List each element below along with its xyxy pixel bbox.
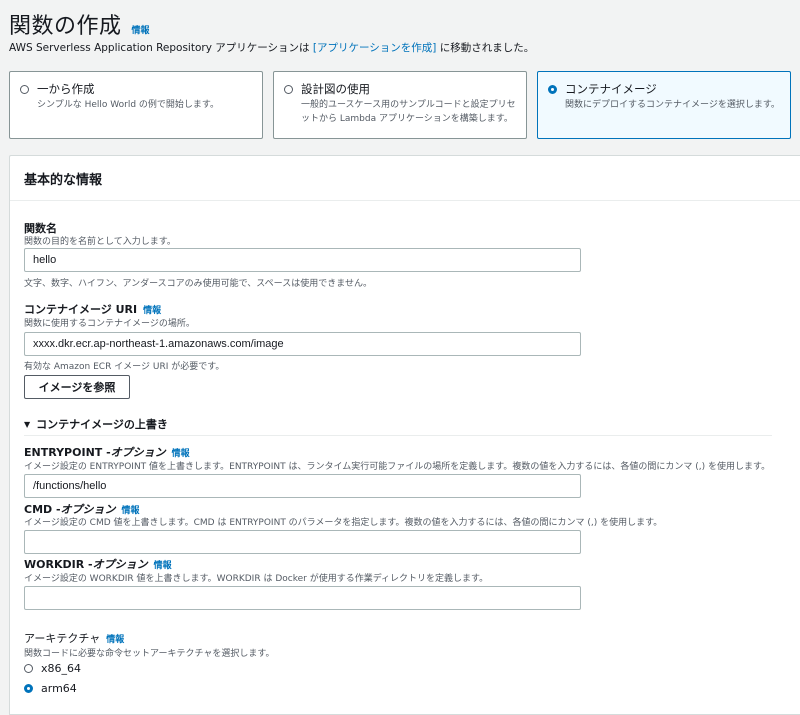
- option-description: 関数にデプロイするコンテナイメージを選択します。: [565, 100, 780, 110]
- cmd-input[interactable]: [24, 530, 581, 554]
- image-uri-label: コンテナイメージ URI 情報: [24, 301, 161, 317]
- radio-author-from-scratch[interactable]: [20, 84, 29, 94]
- image-uri-input[interactable]: xxxx.dkr.ecr.ap-northeast-1.amazonaws.co…: [24, 332, 581, 356]
- entrypoint-info-link[interactable]: 情報: [172, 446, 190, 459]
- workdir-description: イメージ設定の WORKDIR 値を上書きします。WORKDIR は Docke…: [24, 574, 489, 584]
- notice-suffix: に移動されました。: [436, 42, 535, 54]
- title-info-link[interactable]: 情報: [132, 23, 150, 36]
- browse-images-button[interactable]: イメージを参照: [24, 375, 130, 399]
- cmd-description: イメージ設定の CMD 値を上書きします。CMD は ENTRYPOINT のパ…: [24, 518, 663, 528]
- architecture-label: アーキテクチャ 情報: [24, 630, 124, 646]
- panel-heading: 基本的な情報: [10, 156, 800, 201]
- caret-down-icon: ▼: [24, 419, 31, 429]
- image-uri-info-link[interactable]: 情報: [143, 303, 161, 316]
- workdir-label: WORKDIR - オプション 情報: [24, 556, 172, 572]
- radio-x86-64[interactable]: [24, 664, 33, 673]
- image-uri-label-text: コンテナイメージ URI: [24, 303, 138, 316]
- architecture-option-label: x86_64: [41, 662, 82, 675]
- option-author-from-scratch[interactable]: 一から作成 シンプルな Hello World の例で開始します。: [9, 71, 263, 139]
- entrypoint-label-name: ENTRYPOINT -: [24, 446, 111, 459]
- create-application-link[interactable]: [アプリケーションを作成]: [313, 42, 436, 54]
- workdir-input[interactable]: [24, 586, 581, 610]
- architecture-option-x86-64[interactable]: x86_64: [24, 662, 81, 675]
- workdir-label-optional: オプション: [92, 558, 148, 571]
- basic-info-panel: 基本的な情報 関数名 関数の目的を名前として入力します。 hello 文字、数字…: [9, 155, 800, 715]
- migration-notice: AWS Serverless Application Repository アプ…: [9, 40, 534, 55]
- page-title: 関数の作成: [9, 14, 122, 39]
- page-title-row: 関数の作成 情報: [9, 8, 150, 40]
- entrypoint-label-optional: オプション: [110, 446, 166, 459]
- workdir-info-link[interactable]: 情報: [154, 558, 172, 571]
- radio-use-blueprint[interactable]: [284, 84, 293, 94]
- architecture-description: 関数コードに必要な命令セットアーキテクチャを選択します。: [24, 649, 275, 659]
- option-use-blueprint[interactable]: 設計図の使用 一般的ユースケース用のサンプルコードと設定プリセットから Lamb…: [273, 71, 527, 139]
- entrypoint-description: イメージ設定の ENTRYPOINT 値を上書きします。ENTRYPOINT は…: [24, 462, 771, 472]
- workdir-label-name: WORKDIR -: [24, 558, 93, 571]
- image-uri-constraint: 有効な Amazon ECR イメージ URI が必要です。: [24, 362, 225, 372]
- function-name-description: 関数の目的を名前として入力します。: [24, 237, 176, 247]
- option-label: コンテナイメージ: [565, 82, 657, 96]
- radio-arm64[interactable]: [24, 684, 33, 693]
- architecture-label-text: アーキテクチャ: [24, 632, 101, 645]
- function-name-constraint: 文字、数字、ハイフン、アンダースコアのみ使用可能で、スペースは使用できません。: [24, 279, 372, 289]
- section-divider: [24, 435, 772, 436]
- option-container-image[interactable]: コンテナイメージ 関数にデプロイするコンテナイメージを選択します。: [537, 71, 791, 139]
- entrypoint-label: ENTRYPOINT - オプション 情報: [24, 444, 190, 460]
- container-image-overrides-toggle[interactable]: ▼ コンテナイメージの上書き: [24, 416, 168, 432]
- architecture-option-arm64[interactable]: arm64: [24, 682, 77, 695]
- image-uri-description: 関数に使用するコンテナイメージの場所。: [24, 319, 195, 329]
- option-label: 設計図の使用: [301, 82, 370, 96]
- architecture-info-link[interactable]: 情報: [106, 632, 124, 645]
- option-description: 一般的ユースケース用のサンプルコードと設定プリセットから Lambda アプリケ…: [301, 100, 516, 124]
- radio-container-image[interactable]: [548, 84, 557, 94]
- option-description: シンプルな Hello World の例で開始します。: [37, 100, 220, 110]
- entrypoint-input[interactable]: /functions/hello: [24, 474, 581, 498]
- function-name-input[interactable]: hello: [24, 248, 581, 272]
- option-label: 一から作成: [37, 82, 95, 96]
- overrides-toggle-label: コンテナイメージの上書き: [36, 418, 168, 431]
- notice-prefix: AWS Serverless Application Repository アプ…: [9, 42, 313, 54]
- architecture-option-label: arm64: [41, 682, 77, 695]
